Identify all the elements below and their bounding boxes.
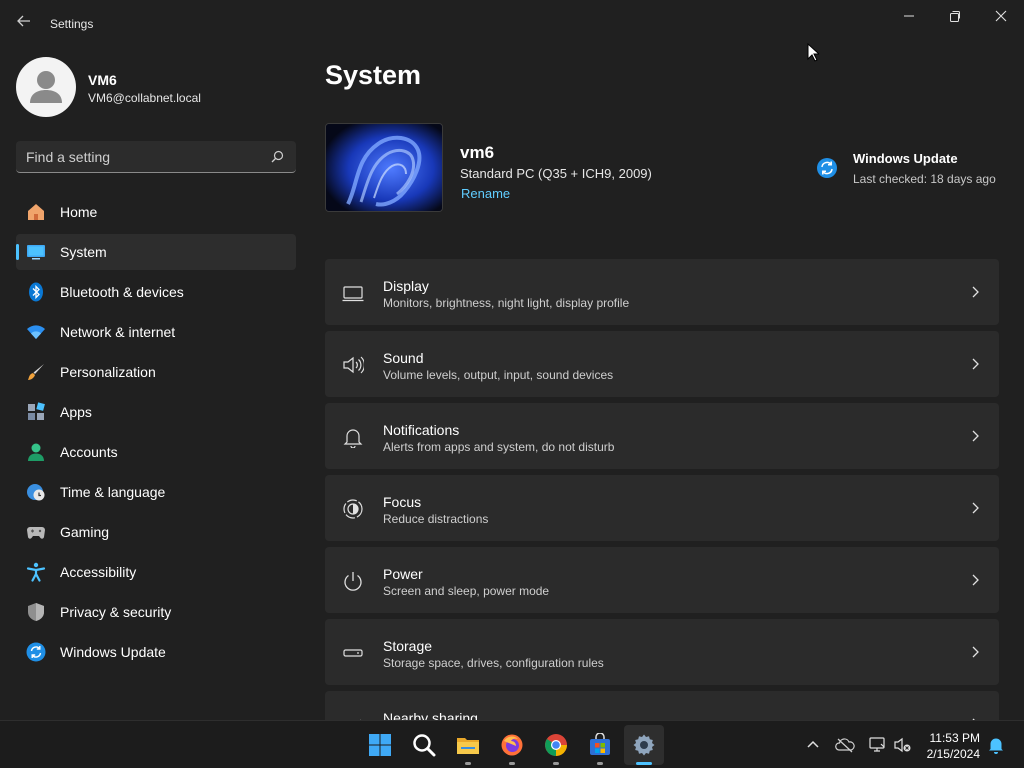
- storage-icon: [342, 642, 364, 664]
- start-button[interactable]: [360, 725, 400, 765]
- notification-bell-icon[interactable]: [986, 735, 1006, 755]
- chrome-icon: [545, 734, 567, 756]
- card-title: Power: [383, 566, 423, 582]
- running-indicator: [597, 762, 603, 765]
- chevron-right-icon: [969, 357, 981, 371]
- clock-date[interactable]: 2/15/2024: [920, 747, 980, 761]
- card-display[interactable]: Display Monitors, brightness, night ligh…: [325, 259, 999, 325]
- show-hidden-icons-chevron-icon[interactable]: [803, 735, 823, 755]
- card-subtitle: Screen and sleep, power mode: [383, 584, 550, 598]
- card-title: Display: [383, 278, 429, 294]
- file-explorer-icon: [457, 738, 479, 754]
- volume-muted-icon[interactable]: [893, 735, 913, 755]
- firefox-button[interactable]: [492, 725, 532, 765]
- card-subtitle: Alerts from apps and system, do not dist…: [383, 440, 615, 454]
- chevron-right-icon: [969, 573, 981, 587]
- file-explorer-button[interactable]: [448, 725, 488, 765]
- running-indicator: [465, 762, 471, 765]
- card-notifications[interactable]: Notifications Alerts from apps and syste…: [325, 403, 999, 469]
- taskbar-search-button[interactable]: [404, 725, 444, 765]
- card-subtitle: Monitors, brightness, night light, displ…: [383, 296, 630, 310]
- card-title: Focus: [383, 494, 422, 510]
- power-icon: [342, 570, 364, 592]
- card-title: Nearby sharing: [383, 710, 478, 720]
- monitor-icon: [342, 282, 364, 304]
- chrome-button[interactable]: [536, 725, 576, 765]
- card-title: Sound: [383, 350, 424, 366]
- firefox-icon: [501, 734, 523, 756]
- chevron-right-icon: [969, 429, 981, 443]
- bell-icon: [342, 426, 364, 449]
- taskbar: 11:53 PM 2/15/2024: [0, 720, 1024, 768]
- card-subtitle: Storage space, drives, configuration rul…: [383, 656, 604, 670]
- card-title: Storage: [383, 638, 433, 654]
- clock-time[interactable]: 11:53 PM: [926, 731, 980, 745]
- mouse-cursor-icon: [807, 42, 821, 67]
- onedrive-cloud-icon[interactable]: [835, 735, 855, 755]
- card-focus[interactable]: Focus Reduce distractions: [325, 475, 999, 541]
- store-button[interactable]: [580, 725, 620, 765]
- card-sound[interactable]: Sound Volume levels, output, input, soun…: [325, 331, 999, 397]
- settings-gear-icon: [633, 734, 655, 756]
- search-icon: [413, 734, 436, 757]
- network-icon[interactable]: [867, 735, 887, 755]
- card-power[interactable]: Power Screen and sleep, power mode: [325, 547, 999, 613]
- chevron-right-icon: [969, 285, 981, 299]
- card-subtitle: Volume levels, output, input, sound devi…: [383, 368, 614, 382]
- running-indicator: [509, 762, 515, 765]
- content-viewport: Display Monitors, brightness, night ligh…: [0, 0, 1024, 720]
- card-nearby-sharing[interactable]: Nearby sharing: [325, 691, 999, 720]
- start-icon: [369, 734, 391, 756]
- card-storage[interactable]: Storage Storage space, drives, configura…: [325, 619, 999, 685]
- card-title: Notifications: [383, 422, 460, 438]
- running-indicator: [553, 762, 559, 765]
- store-icon: [590, 733, 610, 755]
- chevron-right-icon: [969, 645, 981, 659]
- chevron-right-icon: [969, 501, 981, 515]
- card-subtitle: Reduce distractions: [383, 512, 489, 526]
- speaker-icon: [342, 354, 365, 376]
- settings-card-list: Display Monitors, brightness, night ligh…: [325, 259, 999, 720]
- active-indicator: [636, 762, 652, 765]
- settings-button[interactable]: [624, 725, 664, 765]
- focus-icon: [342, 498, 364, 520]
